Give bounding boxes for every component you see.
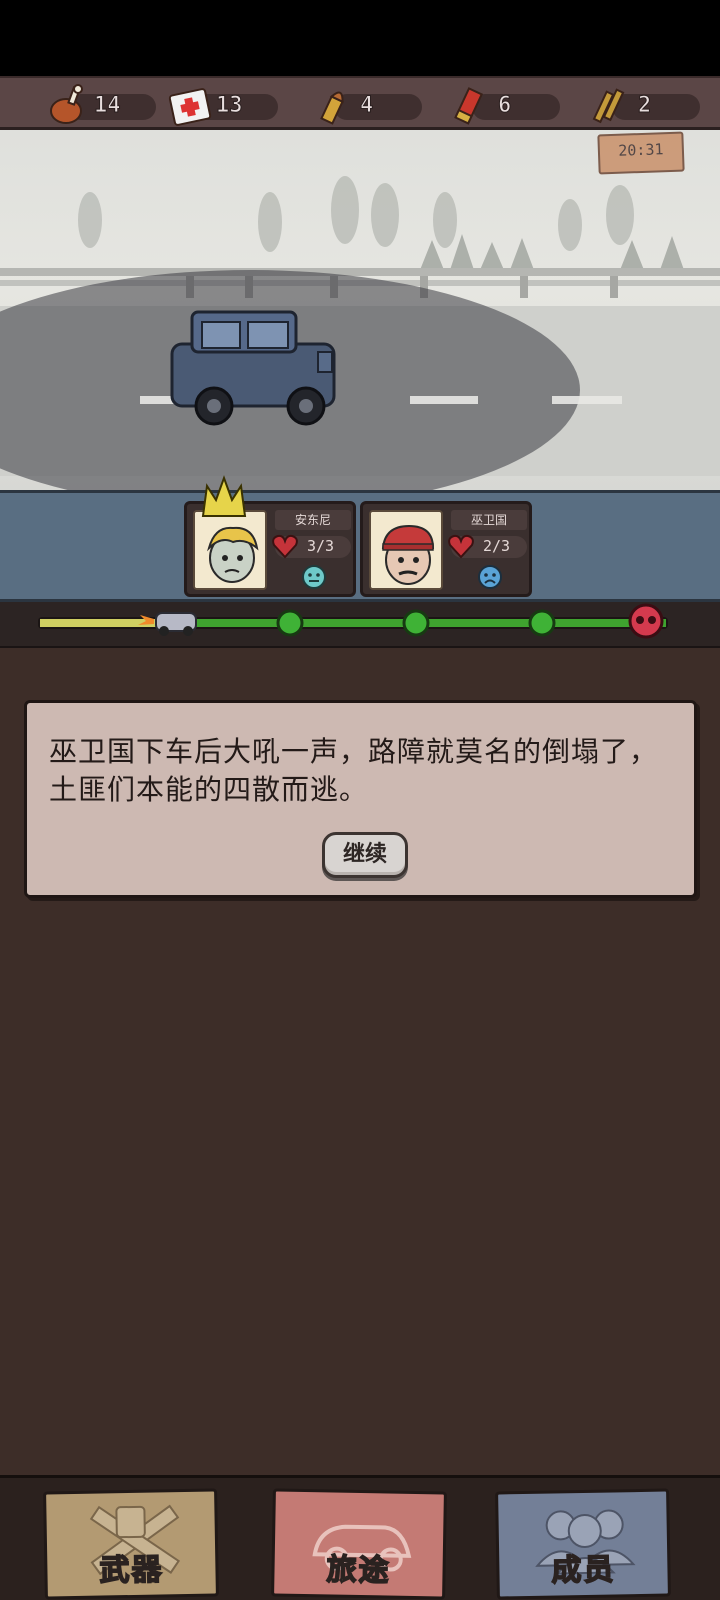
leader-crown-icon [201, 475, 247, 517]
shotgun-shell-icon [454, 87, 484, 125]
party-strip: 安东尼 3/3 巫卫国 2/3 [0, 475, 720, 602]
shotgun-ammo-count: 6 [497, 93, 512, 119]
member-card-wuweiguo[interactable]: 巫卫国 2/3 [360, 501, 532, 597]
checkpoint-marker [276, 609, 304, 637]
game-clock: 20:31 [597, 131, 685, 175]
event-message: 巫卫国下车后大吼一声，路障就莫名的倒塌了，土匪们本能的四散而逃。 [49, 735, 659, 806]
continue-button[interactable]: 继续 [322, 832, 408, 878]
nav-label: 旅途 [325, 1552, 391, 1590]
skull-icon [628, 603, 664, 639]
checkpoint-marker [402, 609, 430, 637]
bottom-nav: 武器 旅途 成员 [0, 1475, 720, 1600]
heart-icon [448, 534, 474, 559]
rifle-ammo-count: 2 [637, 93, 652, 119]
medkit-icon [168, 88, 212, 126]
red-cap-survivor-portrait [369, 510, 443, 590]
member-name: 安东尼 [275, 510, 351, 530]
mood-sad-icon [478, 565, 502, 589]
nav-label: 成员 [550, 1552, 616, 1590]
member-hp: 3/3 [307, 537, 335, 555]
mood-neutral-icon [302, 565, 326, 589]
nav-weapons-button[interactable]: 武器 [43, 1488, 219, 1600]
scene-illustration [0, 176, 720, 490]
member-name: 巫卫国 [451, 510, 527, 530]
pistol-ammo-count: 4 [359, 93, 374, 119]
member-card-antony[interactable]: 安东尼 3/3 [184, 475, 356, 597]
road-scene [0, 130, 720, 490]
nav-members-button[interactable]: 成员 [495, 1488, 671, 1600]
member-hp: 2/3 [483, 537, 511, 555]
journey-progress [0, 602, 720, 648]
resource-bar: 14 13 4 6 2 [0, 76, 720, 130]
checkpoint-marker [528, 609, 556, 637]
nav-journey-button[interactable]: 旅途 [271, 1488, 447, 1600]
medkit-count: 13 [216, 93, 243, 119]
nav-label: 武器 [98, 1552, 164, 1590]
meat-icon [50, 84, 83, 124]
meat-count: 14 [94, 93, 121, 119]
status-bar [0, 0, 720, 76]
heart-icon [272, 534, 298, 559]
blond-survivor-portrait [193, 510, 267, 590]
rifle-ammo-icon [592, 88, 625, 124]
pistol-bullet-icon [320, 91, 344, 125]
